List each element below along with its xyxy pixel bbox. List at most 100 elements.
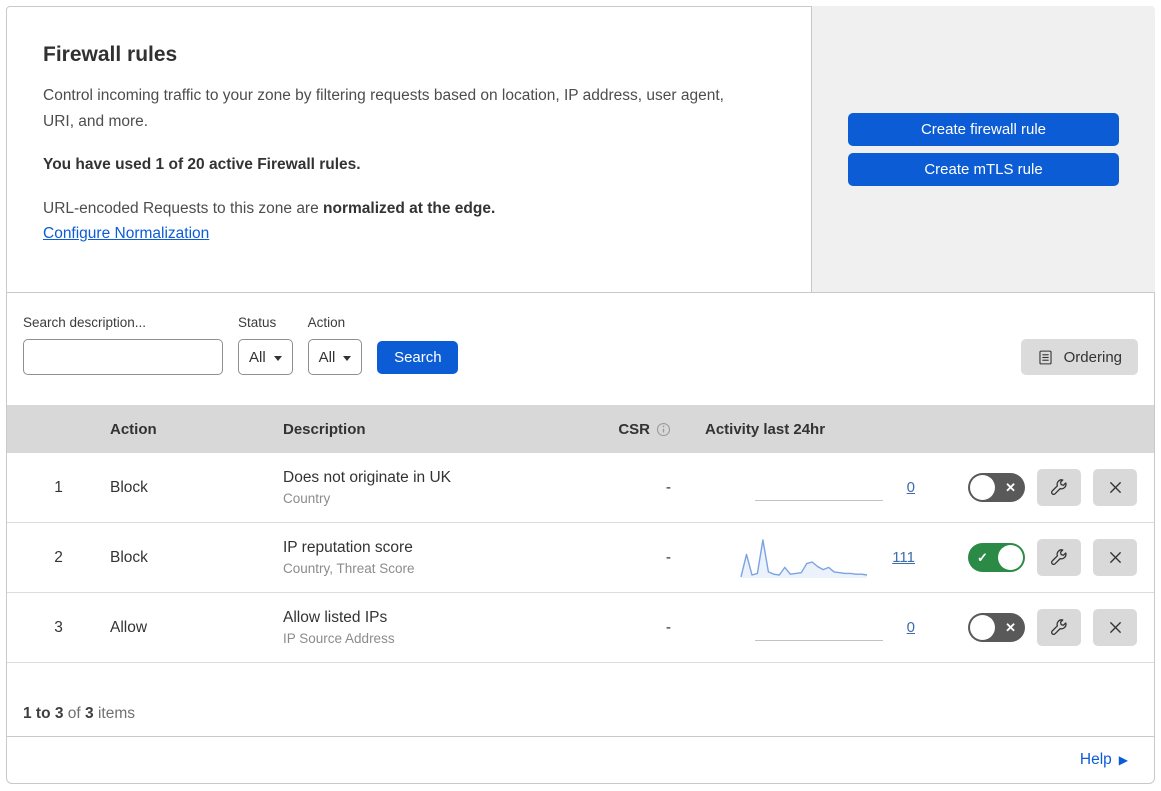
search-group: Search description...: [23, 315, 245, 375]
search-label: Search description...: [23, 315, 147, 330]
status-filter-group: Status All: [238, 315, 293, 375]
rule-description-cell: Allow listed IPs IP Source Address: [283, 609, 613, 646]
rule-description: IP reputation score: [283, 539, 413, 556]
info-icon[interactable]: [656, 422, 671, 437]
rule-priority: 3: [54, 618, 63, 636]
items-range: 1 to 3: [23, 705, 64, 722]
table-row: 2 Block IP reputation score Country, Thr…: [7, 523, 1154, 593]
rule-csr: -: [665, 618, 671, 636]
status-dropdown-value: All: [249, 348, 266, 366]
search-input[interactable]: [42, 347, 245, 367]
rule-fields: IP Source Address: [283, 631, 395, 646]
action-dropdown-value: All: [318, 348, 336, 366]
action-filter-group: Action All: [307, 315, 363, 375]
activity-count-link[interactable]: 0: [907, 619, 915, 636]
column-header-action: Action: [110, 420, 157, 438]
table-row: 3 Allow Allow listed IPs IP Source Addre…: [7, 593, 1154, 663]
wrench-icon: [1051, 618, 1067, 635]
rule-action: Allow: [110, 618, 148, 636]
wrench-icon: [1051, 478, 1067, 495]
check-icon: ✓: [977, 549, 988, 565]
action-dropdown[interactable]: All: [307, 339, 363, 375]
delete-rule-button[interactable]: [1093, 539, 1137, 576]
create-firewall-rule-button[interactable]: Create firewall rule: [848, 113, 1119, 146]
rules-table: Action Description CSR Activity last 24h…: [7, 405, 1154, 663]
rule-description-cell: IP reputation score Country, Threat Scor…: [283, 539, 613, 576]
rule-enabled-toggle[interactable]: ✓ ✕: [968, 543, 1025, 572]
rules-panel: Search description... Status All Action: [6, 292, 1155, 784]
caret-down-icon: [273, 355, 282, 361]
table-header-row: Action Description CSR Activity last 24h…: [7, 405, 1154, 453]
chevron-right-icon: ▶: [1118, 753, 1128, 767]
toggle-knob: [998, 545, 1023, 570]
ordering-icon: [1039, 350, 1052, 364]
help-link-label: Help: [1079, 751, 1112, 768]
page-title: Firewall rules: [43, 43, 178, 66]
items-total: 3: [85, 705, 94, 722]
close-icon: [1109, 551, 1121, 564]
activity-count-link[interactable]: 111: [892, 549, 915, 566]
status-dropdown[interactable]: All: [238, 339, 293, 375]
rule-activity-cell: 111: [683, 537, 933, 579]
filter-bar: Search description... Status All Action: [7, 293, 1154, 375]
rule-csr: -: [665, 478, 671, 496]
delete-rule-button[interactable]: [1093, 469, 1137, 506]
table-row: 1 Block Does not originate in UK Country…: [7, 453, 1154, 523]
toggle-knob: [970, 475, 995, 500]
activity-count-link[interactable]: 0: [907, 479, 915, 496]
rule-activity-cell: 0: [683, 607, 933, 649]
firewall-rules-page: Firewall rules Control incoming traffic …: [0, 0, 1161, 791]
close-icon: [1109, 621, 1121, 634]
csr-header-label: CSR: [618, 420, 650, 438]
rule-fields: Country: [283, 491, 331, 506]
edit-rule-button[interactable]: [1037, 609, 1081, 646]
usage-summary: You have used 1 of 20 active Firewall ru…: [43, 156, 361, 174]
configure-normalization-link[interactable]: Configure Normalization: [43, 225, 209, 242]
header-section: Firewall rules Control incoming traffic …: [6, 6, 1155, 293]
rule-csr: -: [665, 548, 671, 566]
rule-controls: ✓ ✕: [933, 539, 1154, 576]
items-count: 1 to 3 of 3 items: [23, 705, 1154, 723]
rule-fields: Country, Threat Score: [283, 561, 415, 576]
activity-sparkline: [754, 467, 883, 509]
normalization-note: URL-encoded Requests to this zone are no…: [43, 200, 771, 218]
search-box: [23, 339, 245, 375]
caret-down-icon: [343, 355, 352, 361]
toggle-knob: [970, 615, 995, 640]
rule-description: Does not originate in UK: [283, 469, 452, 486]
help-bar: Help ▶: [7, 736, 1154, 783]
column-header-description: Description: [283, 420, 366, 438]
rule-priority: 1: [54, 478, 63, 496]
rule-enabled-toggle[interactable]: ✓ ✕: [968, 613, 1025, 642]
help-link[interactable]: Help ▶: [1080, 751, 1128, 769]
rule-description-cell: Does not originate in UK Country: [283, 469, 613, 506]
search-button[interactable]: Search: [377, 341, 459, 374]
sparkline-chart: [740, 538, 868, 578]
intro-card: Firewall rules Control incoming traffic …: [6, 6, 812, 293]
column-header-csr: CSR: [613, 421, 683, 438]
actions-panel: Create firewall rule Create mTLS rule: [812, 6, 1155, 293]
wrench-icon: [1051, 548, 1067, 565]
normalization-prefix: URL-encoded Requests to this zone are: [43, 200, 324, 218]
column-header-activity: Activity last 24hr: [705, 420, 826, 438]
rule-controls: ✓ ✕: [933, 469, 1154, 506]
normalization-bold: normalized at the edge.: [323, 200, 496, 218]
rule-controls: ✓ ✕: [933, 609, 1154, 646]
x-icon: ✕: [1005, 619, 1016, 635]
edit-rule-button[interactable]: [1037, 539, 1081, 576]
edit-rule-button[interactable]: [1037, 469, 1081, 506]
rule-priority: 2: [54, 548, 63, 566]
rule-action: Block: [110, 548, 148, 566]
items-of: of: [67, 705, 81, 722]
sparkline-flat-line: [754, 639, 883, 641]
delete-rule-button[interactable]: [1093, 609, 1137, 646]
close-icon: [1109, 481, 1121, 494]
rule-action: Block: [110, 478, 148, 496]
activity-sparkline: [754, 607, 883, 649]
rule-enabled-toggle[interactable]: ✓ ✕: [968, 473, 1025, 502]
ordering-button[interactable]: Ordering: [1020, 339, 1138, 375]
items-suffix: items: [97, 705, 136, 722]
rule-description: Allow listed IPs: [283, 609, 388, 626]
create-mtls-rule-button[interactable]: Create mTLS rule: [848, 153, 1119, 186]
ordering-button-label: Ordering: [1063, 348, 1122, 366]
